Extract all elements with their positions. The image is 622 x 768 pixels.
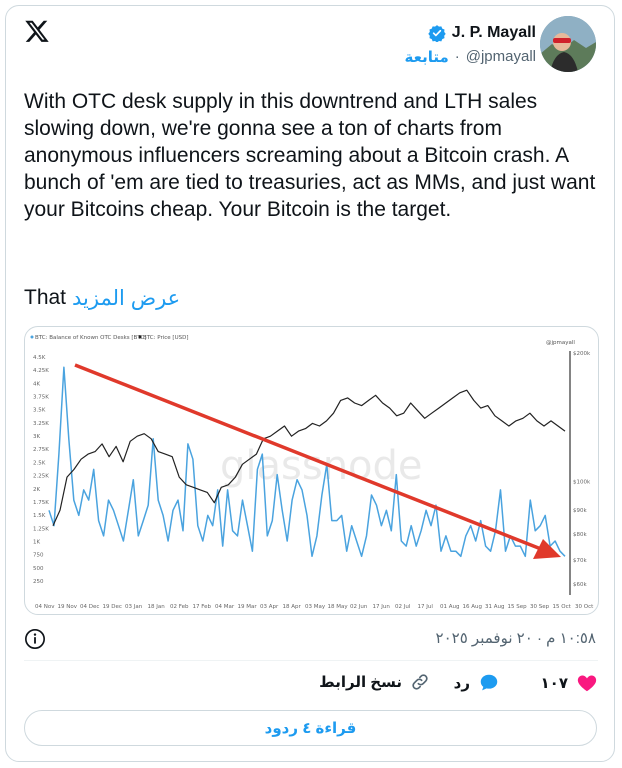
x-tick-label: 18 Jan — [148, 604, 166, 610]
reply-button[interactable]: رد — [454, 672, 500, 694]
y-tick-label: 3K — [33, 434, 40, 440]
handle-row: متابعة · @jpmayall — [405, 48, 537, 66]
y-tick-label: 1.25K — [33, 526, 49, 532]
y2-tick-label: $90k — [573, 508, 587, 514]
chart-image[interactable]: BTC: Balance of Known OTC Desks [BTC] BTC… — [24, 326, 599, 615]
x-tick-label: 17 Jul — [418, 604, 434, 610]
y2-tick-label: $60k — [573, 582, 587, 588]
avatar[interactable] — [540, 16, 596, 72]
y-tick-label: 2K — [33, 487, 40, 493]
author-handle[interactable]: @jpmayall — [466, 48, 536, 66]
y-tick-label: 500 — [33, 566, 44, 572]
link-icon — [412, 674, 428, 690]
like-button[interactable]: ١٠٧ — [541, 672, 598, 694]
reply-bubble-icon — [480, 674, 498, 691]
reply-label: رد — [453, 675, 470, 692]
x-tick-label: 30 Oct — [575, 604, 594, 610]
y-tick-label: 3.5K — [33, 408, 46, 414]
x-tick-label: 30 Sep — [530, 604, 550, 610]
x-tick-label: 04 Mar — [215, 604, 235, 610]
x-tick-label: 31 Aug — [485, 604, 505, 610]
x-tick-label: 15 Oct — [553, 604, 572, 610]
y-tick-label: 2.5K — [33, 460, 46, 466]
dot-separator: · — [454, 48, 460, 65]
y-tick-label: 3.75K — [33, 395, 49, 401]
info-icon[interactable] — [24, 628, 46, 650]
x-tick-label: 19 Mar — [238, 604, 258, 610]
action-bar: ١٠٧ رد نسخ الرابط — [24, 672, 598, 702]
y-tick-label: 4K — [33, 381, 40, 387]
y2-tick-label: $200k — [573, 351, 591, 357]
x-logo-icon[interactable] — [24, 18, 50, 44]
y2-tick-label: $100k — [573, 480, 591, 486]
x-tick-label: 02 Jun — [350, 604, 368, 610]
x-tick-label: 04 Nov — [35, 604, 55, 610]
otc-balance-chart: BTC: Balance of Known OTC Desks [BTC]BTC… — [30, 335, 594, 610]
x-tick-label: 02 Feb — [170, 604, 189, 610]
x-tick-label: 03 Jan — [125, 604, 143, 610]
x-tick-label: 18 May — [328, 604, 349, 610]
x-tick-label: 19 Dec — [103, 604, 122, 610]
y-tick-label: 2.25K — [33, 474, 49, 480]
x-tick-label: 17 Feb — [193, 604, 212, 610]
x-tick-label: 02 Jul — [395, 604, 411, 610]
tweet-last-word: That — [24, 286, 67, 309]
x-tick-label: 04 Dec — [80, 604, 99, 610]
x-tick-label: 03 May — [305, 604, 326, 610]
y-tick-label: 1.75K — [33, 500, 49, 506]
like-count: ١٠٧ — [540, 675, 568, 692]
x-tick-label: 17 Jun — [373, 604, 391, 610]
y2-tick-label: $70k — [573, 558, 587, 564]
source-tag: @jpmayall — [546, 340, 575, 346]
y-tick-label: 1K — [33, 539, 40, 545]
y-tick-label: 1.5K — [33, 513, 46, 519]
y-tick-label: 750 — [33, 553, 44, 559]
copy-link-button[interactable]: نسخ الرابط — [319, 672, 430, 692]
y-tick-label: 4.25K — [33, 368, 49, 374]
y-tick-label: 4.5K — [33, 355, 46, 361]
follow-button[interactable]: متابعة — [405, 48, 449, 66]
verified-badge-icon — [428, 25, 446, 42]
author-name-text: J. P. Mayall — [451, 24, 536, 41]
timestamp[interactable]: ١٠:٥٨ م · ٢٠ نوفمبر ٢٠٢٥ — [436, 629, 596, 647]
y-tick-label: 2.75K — [33, 447, 49, 453]
y2-tick-label: $80k — [573, 532, 587, 538]
legend-label: BTC: Balance of Known OTC Desks [BTC] — [35, 335, 146, 341]
legend-label: BTC: Price [USD] — [143, 335, 188, 341]
copy-link-label: نسخ الرابط — [319, 674, 402, 691]
y-tick-label: 250 — [33, 579, 44, 585]
tweet-continuation: That عرض المزيد — [24, 286, 180, 311]
show-more-link[interactable]: عرض المزيد — [72, 286, 180, 311]
heart-icon — [577, 675, 597, 692]
x-tick-label: 01 Aug — [440, 604, 460, 610]
x-tick-label: 16 Aug — [463, 604, 483, 610]
legend-marker — [138, 335, 142, 339]
x-tick-label: 18 Apr — [283, 604, 302, 610]
watermark: glassnode — [220, 443, 423, 489]
tweet-text: With OTC desk supply in this downtrend a… — [24, 90, 596, 221]
legend-marker — [30, 335, 34, 339]
read-replies-button[interactable]: قراءة ٤ ردود — [24, 710, 597, 746]
x-tick-label: 03 Apr — [260, 604, 279, 610]
divider — [24, 660, 598, 661]
x-tick-label: 19 Nov — [58, 604, 78, 610]
x-tick-label: 15 Sep — [508, 604, 528, 610]
author-name[interactable]: J. P. Mayall — [428, 24, 536, 42]
y-tick-label: 3.25K — [33, 421, 49, 427]
